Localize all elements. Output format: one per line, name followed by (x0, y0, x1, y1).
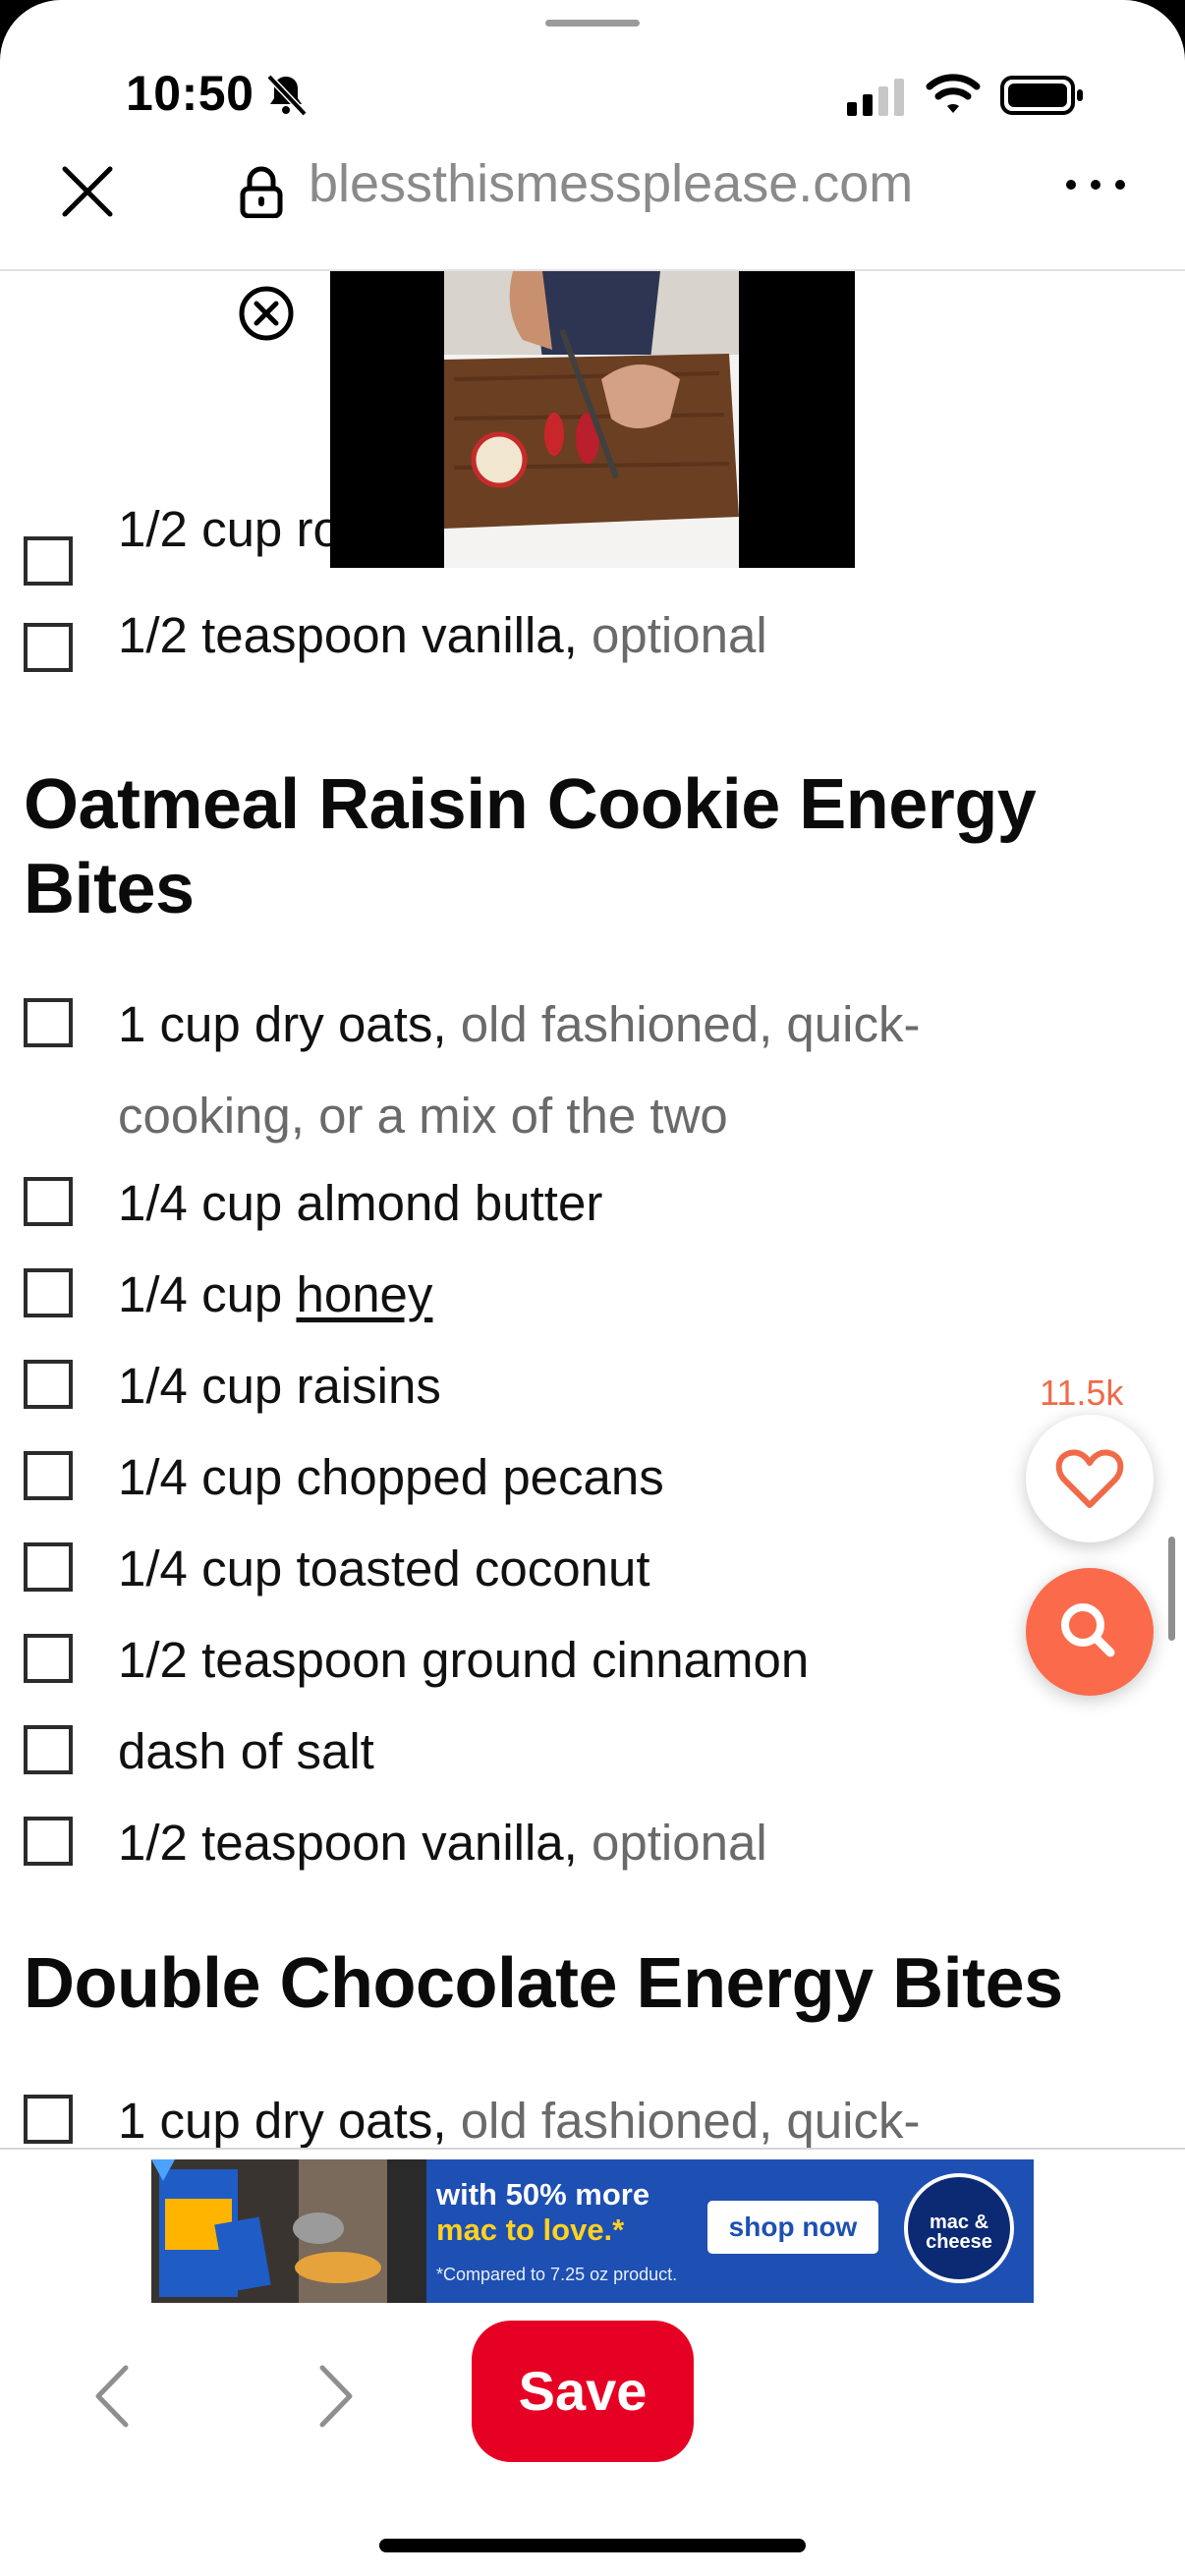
sheet-grabber[interactable] (545, 20, 640, 27)
more-options-icon[interactable] (1061, 165, 1130, 204)
url-display[interactable]: blessthismessplease.com (309, 153, 913, 214)
status-time: 10:50 (126, 66, 254, 121)
video-thumbnail-apple-slicing (444, 271, 739, 568)
ingredient-checkbox[interactable] (24, 1360, 73, 1409)
brand-logo: mac & cheese (904, 2173, 1014, 2283)
lock-icon (240, 166, 283, 218)
ingredient-checkbox[interactable] (24, 1451, 73, 1500)
ad-shop-now-button[interactable]: shop now (707, 2201, 878, 2254)
section-heading-chocolate: Double Chocolate Energy Bites (24, 1944, 1063, 2023)
cellular-signal-icon (847, 79, 904, 116)
ingredient-text: 1/2 teaspoon ground cinnamon (118, 1632, 810, 1688)
home-indicator (379, 2539, 806, 2552)
ingredient-note: cooking, or a mix of the two (118, 1088, 728, 1144)
ingredient-checkbox[interactable] (24, 1725, 73, 1774)
ingredient-checkbox[interactable] (24, 1177, 73, 1226)
ingredient-checkbox[interactable] (24, 998, 73, 1047)
ingredient-text: 1/4 cup honey (118, 1266, 433, 1322)
ingredient-checkbox[interactable] (24, 2095, 73, 2144)
forward-chevron-icon[interactable] (310, 2362, 360, 2431)
ingredient-text: 1/2 teaspoon vanilla, optional (118, 607, 767, 663)
ad-strip: with 50% more mac to love.* *Compared to… (0, 2148, 1185, 2305)
ingredient-checkbox[interactable] (24, 1817, 73, 1866)
search-icon (1061, 1603, 1115, 1657)
phone-screen: 10:50 blessthismessplease.com 1/2 cup 1/… (0, 0, 1185, 2576)
recipe-ingredients-content: 1/2 cup roasted salted peanuts 1/2 teasp… (0, 271, 1185, 2148)
ingredient-checkbox[interactable] (24, 536, 73, 586)
battery-icon (1000, 76, 1083, 115)
ad-footnote: *Compared to 7.25 oz product. (436, 2265, 678, 2284)
close-video-icon[interactable] (238, 285, 295, 342)
like-button[interactable] (1026, 1415, 1154, 1542)
bottom-toolbar: Save (0, 2303, 1185, 2576)
section-heading-oatmeal: Oatmeal Raisin Cookie Energy Bites (24, 765, 1037, 928)
ingredient-text: 1/4 cup toasted coconut (118, 1540, 650, 1596)
ad-banner[interactable]: with 50% more mac to love.* *Compared to… (151, 2159, 1034, 2303)
ingredient-checkbox[interactable] (24, 1634, 73, 1683)
ingredient-checkbox[interactable] (24, 1268, 73, 1317)
ingredient-text: 1 cup dry oats, old fashioned, quick- (118, 996, 921, 1052)
wifi-icon (926, 74, 981, 113)
ingredient-text: 1/4 cup raisins (118, 1358, 441, 1414)
close-icon[interactable] (57, 161, 118, 222)
ingredient-text: 1/2 teaspoon vanilla, optional (118, 1815, 767, 1871)
save-button[interactable]: Save (472, 2321, 694, 2462)
ingredient-checkbox[interactable] (24, 1542, 73, 1592)
ad-headline: with 50% more mac to love.* (436, 2177, 650, 2247)
video-player[interactable] (330, 271, 855, 568)
back-chevron-icon[interactable] (88, 2362, 138, 2431)
heart-icon (1055, 1449, 1124, 1508)
ingredient-checkbox[interactable] (24, 623, 73, 672)
ingredient-text: 1/4 cup almond butter (118, 1175, 603, 1231)
ad-product-image (151, 2159, 426, 2303)
ingredient-text: 1/4 cup chopped pecans (118, 1449, 664, 1505)
ingredient-text: dash of salt (118, 1723, 374, 1779)
like-count: 11.5k (1040, 1372, 1124, 1413)
ingredient-text: 1 cup dry oats, old fashioned, quick- (118, 2093, 921, 2148)
browser-nav-bar: blessthismessplease.com (0, 138, 1185, 271)
honey-link[interactable]: honey (296, 1266, 432, 1322)
scrollbar-thumb[interactable] (1168, 1537, 1175, 1641)
search-button[interactable] (1026, 1568, 1154, 1696)
bell-muted-icon (266, 74, 308, 117)
